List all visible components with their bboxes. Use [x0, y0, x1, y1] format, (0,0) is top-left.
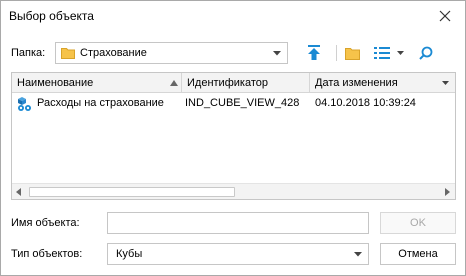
column-header-label: Наименование	[17, 77, 94, 89]
scrollbar-thumb[interactable]	[29, 187, 235, 197]
up-level-button[interactable]	[302, 42, 326, 64]
search-button[interactable]	[415, 42, 437, 64]
horizontal-scrollbar[interactable]	[12, 183, 455, 199]
objects-grid: Наименование Идентификатор Дата изменени…	[11, 72, 456, 200]
column-header-label: Идентификатор	[187, 77, 268, 89]
column-header-id[interactable]: Идентификатор	[182, 73, 310, 93]
view-mode-button[interactable]	[370, 42, 394, 64]
cancel-button[interactable]: Отмена	[380, 243, 456, 265]
column-header-label: Дата изменения	[315, 77, 398, 89]
cube-icon	[18, 97, 31, 111]
scroll-left-icon[interactable]	[16, 188, 21, 196]
arrow-up-icon	[308, 45, 320, 60]
grid-header: Наименование Идентификатор Дата изменени…	[12, 73, 455, 93]
object-type-value: Кубы	[116, 248, 143, 260]
row-name: Расходы на страхование	[37, 97, 164, 109]
toolbar-divider	[336, 45, 337, 61]
column-header-name[interactable]: Наименование	[12, 73, 182, 93]
row-id: IND_CUBE_VIEW_428	[185, 97, 300, 109]
object-type-label: Тип объектов:	[11, 248, 83, 260]
chevron-down-icon	[273, 51, 281, 56]
search-icon	[419, 46, 433, 60]
folder-value: Страхование	[80, 47, 147, 59]
dialog-title: Выбор объекта	[9, 9, 94, 23]
object-name-label: Имя объекта:	[11, 217, 80, 229]
select-object-dialog: Выбор объекта Папка: Страхование Наимено…	[0, 0, 466, 276]
column-header-date[interactable]: Дата изменения	[310, 73, 455, 93]
list-view-icon	[374, 47, 390, 59]
folder-icon	[61, 48, 75, 59]
folder-label: Папка:	[11, 47, 46, 59]
object-name-input[interactable]	[107, 212, 369, 234]
new-folder-button[interactable]	[341, 42, 363, 64]
ok-button[interactable]: OK	[380, 212, 456, 234]
view-mode-dropdown[interactable]	[394, 42, 406, 64]
column-menu-icon[interactable]	[442, 81, 449, 85]
folder-icon	[344, 47, 360, 60]
table-row[interactable]: Расходы на страхование IND_CUBE_VIEW_428…	[12, 94, 455, 114]
object-type-select[interactable]: Кубы	[107, 243, 369, 265]
sort-ascending-icon	[170, 80, 178, 86]
folder-select[interactable]: Страхование	[55, 42, 288, 64]
row-date: 04.10.2018 10:39:24	[315, 97, 416, 109]
scroll-right-icon[interactable]	[445, 188, 450, 196]
close-button[interactable]	[433, 5, 457, 27]
chevron-down-icon	[396, 51, 404, 55]
chevron-down-icon	[354, 252, 362, 257]
close-icon	[439, 10, 451, 22]
